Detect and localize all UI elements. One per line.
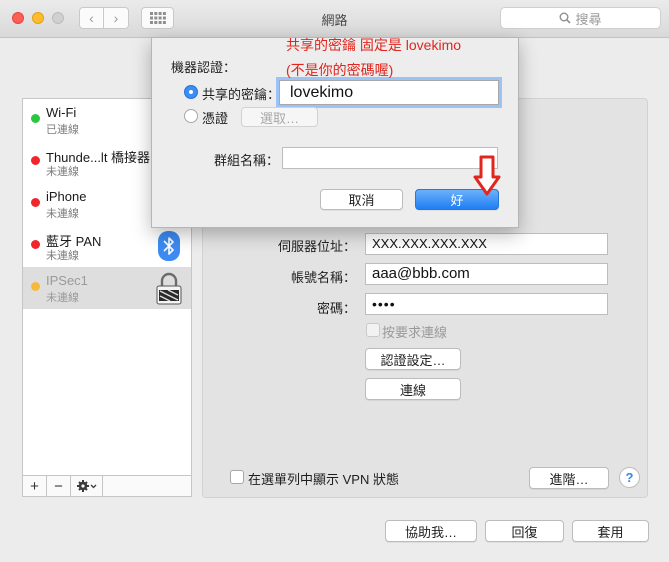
server-address-label: 伺服器位址： — [277, 239, 356, 254]
help-button[interactable]: ? — [619, 467, 640, 488]
connect-on-demand-label: 按要求連線 — [382, 325, 448, 340]
password-label: 密碼： — [316, 301, 356, 316]
search-placeholder: 搜尋 — [575, 11, 602, 27]
group-name-label: 群組名稱： — [214, 153, 280, 168]
help-icon: ? — [625, 470, 634, 485]
password-field[interactable]: •••• — [365, 293, 608, 315]
shared-secret-radio[interactable] — [184, 85, 198, 99]
certificate-label: 憑證 — [202, 111, 229, 126]
service-item-bluetooth-pan[interactable]: 藍牙 PAN 未連線 — [23, 225, 191, 267]
account-name-field[interactable]: aaa@bbb.com — [365, 263, 608, 285]
service-status: 未連線 — [46, 250, 79, 262]
search-input[interactable]: 搜尋 — [500, 7, 661, 29]
shared-secret-field[interactable]: lovekimo — [279, 80, 499, 105]
connect-on-demand-checkbox[interactable] — [366, 323, 380, 337]
remove-service-button[interactable]: − — [47, 476, 71, 496]
red-arrow-down-icon — [473, 155, 501, 196]
status-dot — [31, 240, 40, 249]
plus-icon: + — [30, 477, 39, 495]
status-dot — [31, 198, 40, 207]
service-name: IPSec1 — [46, 273, 88, 288]
search-icon — [559, 12, 572, 24]
authentication-settings-button[interactable]: 認證設定… — [365, 348, 461, 370]
add-service-button[interactable]: + — [23, 476, 47, 496]
status-dot — [31, 114, 40, 123]
service-status: 已連線 — [46, 124, 79, 136]
select-certificate-button[interactable]: 選取… — [241, 107, 318, 127]
connect-button[interactable]: 連線 — [365, 378, 461, 400]
revert-button[interactable]: 回復 — [485, 520, 564, 542]
minus-icon: − — [54, 477, 63, 495]
machine-auth-label: 機器認證： — [171, 60, 237, 75]
bluetooth-icon — [158, 231, 180, 261]
cancel-button[interactable]: 取消 — [320, 189, 403, 210]
service-status: 未連線 — [46, 208, 79, 220]
service-toolbar: + − — [22, 476, 192, 497]
action-menu-button[interactable] — [71, 476, 103, 496]
service-item-ipsec1[interactable]: IPSec1 未連線 — [23, 267, 191, 309]
title-bar: ‹ › 網路 搜尋 — [0, 0, 669, 38]
account-name-label: 帳號名稱： — [290, 270, 356, 285]
certificate-radio[interactable] — [184, 109, 198, 123]
service-name: Wi-Fi — [46, 105, 77, 120]
show-vpn-status-checkbox[interactable] — [230, 470, 244, 484]
assist-me-button[interactable]: 協助我… — [385, 520, 477, 542]
show-vpn-status-label: 在選單列中顯示 VPN 狀態 — [248, 472, 399, 487]
server-address-field[interactable]: XXX.XXX.XXX.XXX — [365, 233, 608, 255]
advanced-button[interactable]: 進階… — [529, 467, 609, 489]
apply-button[interactable]: 套用 — [572, 520, 649, 542]
shared-secret-label: 共享的密鑰： — [202, 87, 281, 102]
status-dot — [31, 156, 40, 165]
group-name-field[interactable] — [282, 147, 498, 169]
service-status: 未連線 — [46, 292, 79, 304]
service-status: 未連線 — [46, 166, 79, 178]
vpn-lock-icon — [156, 272, 182, 305]
annotation-line-1: 共享的密鑰 固定是 lovekimo — [286, 37, 462, 53]
status-dot — [31, 282, 40, 291]
service-name: iPhone — [46, 189, 87, 204]
gear-icon — [76, 480, 96, 492]
annotation-line-2: (不是你的密碼喔) — [286, 62, 394, 78]
